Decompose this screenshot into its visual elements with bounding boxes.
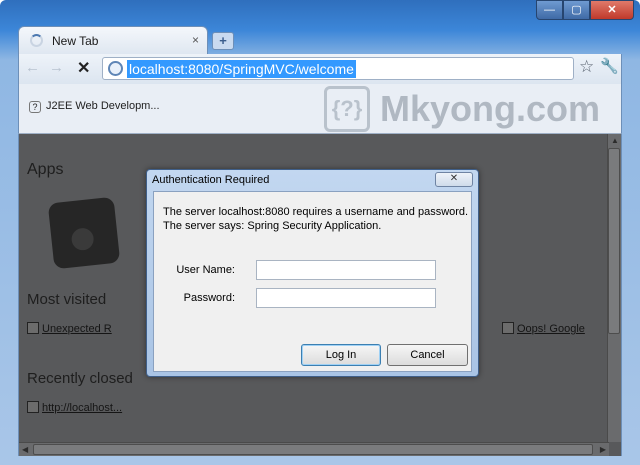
vertical-scrollbar[interactable]: ▲ bbox=[607, 134, 621, 442]
link-text: Unexpected R bbox=[42, 323, 112, 335]
dialog-message-line1: The server localhost:8080 requires a use… bbox=[163, 206, 469, 218]
back-arrow-icon[interactable]: ← bbox=[25, 59, 40, 76]
dialog-close-button[interactable]: ✕ bbox=[435, 172, 473, 187]
recently-closed-heading: Recently closed bbox=[27, 370, 133, 387]
favicon-icon bbox=[27, 401, 39, 413]
globe-icon bbox=[108, 61, 123, 76]
horizontal-scroll-thumb[interactable] bbox=[33, 444, 593, 455]
dialog-title: Authentication Required bbox=[152, 174, 270, 186]
authentication-dialog: Authentication Required ✕ The server loc… bbox=[146, 169, 479, 377]
maximize-button[interactable]: ▢ bbox=[563, 0, 590, 20]
watermark: {?} Mkyong.com bbox=[324, 86, 600, 132]
watermark-text: Mkyong.com bbox=[380, 88, 601, 129]
horizontal-scrollbar[interactable]: ◀ ▶ bbox=[19, 442, 609, 456]
stop-icon[interactable]: ✕ bbox=[77, 58, 90, 78]
favicon-icon bbox=[502, 322, 514, 334]
watermark-logo: {?} bbox=[324, 86, 370, 132]
most-visited-item[interactable]: Unexpected R bbox=[27, 322, 112, 335]
favicon-icon bbox=[27, 322, 39, 334]
scroll-left-icon[interactable]: ◀ bbox=[22, 445, 28, 454]
toolbar: ← → ✕ localhost:8080/SpringMVC/welcome ☆… bbox=[18, 54, 622, 84]
wrench-menu-icon[interactable]: 🔧 bbox=[600, 57, 619, 75]
dialog-body: The server localhost:8080 requires a use… bbox=[153, 191, 472, 372]
recently-closed-item[interactable]: http://localhost... bbox=[27, 401, 122, 414]
app-icon[interactable] bbox=[47, 196, 121, 270]
scroll-right-icon[interactable]: ▶ bbox=[600, 445, 606, 454]
bookmark-star-icon[interactable]: ☆ bbox=[579, 57, 594, 77]
tab-title: New Tab bbox=[52, 34, 99, 48]
forward-arrow-icon[interactable]: → bbox=[49, 59, 64, 76]
vertical-scroll-thumb[interactable] bbox=[608, 148, 620, 334]
dialog-message-line2: The server says: Spring Security Applica… bbox=[163, 220, 382, 232]
new-tab-button[interactable]: + bbox=[212, 32, 234, 50]
username-input[interactable] bbox=[256, 260, 436, 280]
apps-heading: Apps bbox=[27, 161, 64, 178]
tab-new-tab[interactable]: New Tab × bbox=[18, 26, 208, 54]
address-bar[interactable]: localhost:8080/SpringMVC/welcome bbox=[102, 57, 574, 80]
username-label: User Name: bbox=[176, 264, 235, 276]
window-controls: — ▢ ✕ bbox=[536, 0, 634, 21]
loading-spinner-icon bbox=[30, 34, 43, 47]
page-icon: ? bbox=[29, 101, 41, 113]
link-text: Oops! Google bbox=[517, 323, 585, 335]
password-input[interactable] bbox=[256, 288, 436, 308]
most-visited-heading: Most visited bbox=[27, 291, 107, 308]
cancel-button[interactable]: Cancel bbox=[387, 344, 468, 366]
link-text: http://localhost... bbox=[42, 402, 123, 414]
password-label: Password: bbox=[183, 292, 235, 304]
address-url[interactable]: localhost:8080/SpringMVC/welcome bbox=[127, 60, 356, 78]
login-button[interactable]: Log In bbox=[301, 344, 381, 366]
most-visited-item[interactable]: Oops! Google bbox=[502, 322, 585, 335]
bookmark-item[interactable]: ? J2EE Web Developm... bbox=[29, 100, 160, 113]
tab-close-icon[interactable]: × bbox=[192, 33, 199, 47]
close-window-button[interactable]: ✕ bbox=[590, 0, 634, 20]
scroll-up-icon[interactable]: ▲ bbox=[611, 136, 619, 145]
minimize-button[interactable]: — bbox=[536, 0, 563, 20]
bookmark-label: J2EE Web Developm... bbox=[46, 100, 160, 112]
